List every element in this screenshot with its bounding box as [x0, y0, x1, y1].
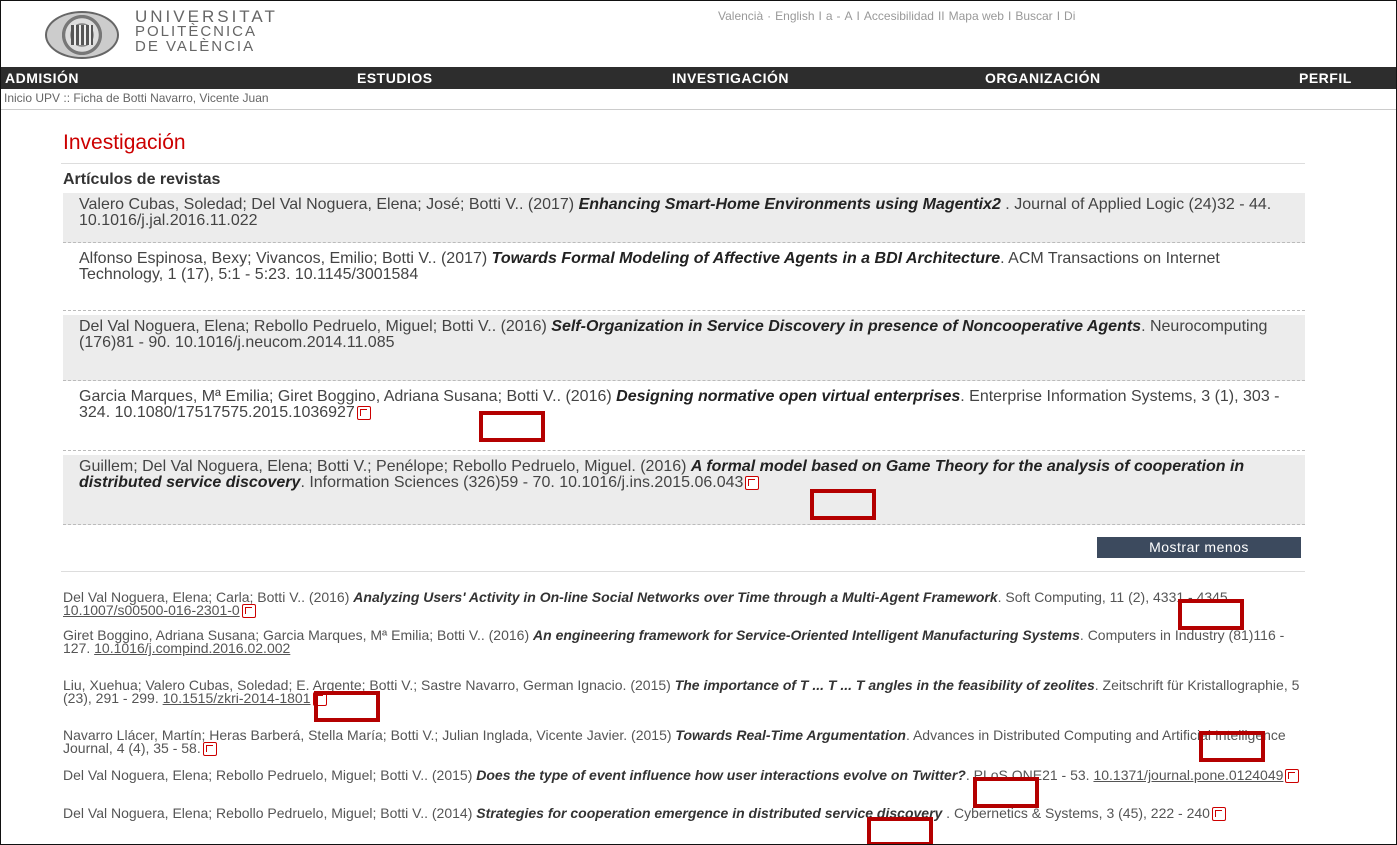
article-authors: Garcia Marques, Mª Emilia; Giret Boggino…	[79, 388, 617, 405]
subsection-title: Artículos de revistas	[63, 171, 221, 188]
pdf-icon[interactable]	[1211, 807, 1226, 822]
article-item: Guillem; Del Val Noguera, Elena; Botti V…	[63, 455, 1305, 525]
separator: I	[1007, 9, 1012, 23]
article-item: Del Val Noguera, Elena; Rebollo Pedruelo…	[63, 315, 1305, 381]
font-larger-link[interactable]: A	[845, 9, 853, 23]
breadcrumb[interactable]: Inicio UPV :: Ficha de Botti Navarro, Vi…	[4, 91, 269, 105]
list-item: Del Val Noguera, Elena; Rebollo Pedruelo…	[63, 805, 1305, 822]
pdf-icon[interactable]	[356, 405, 371, 420]
divider	[61, 163, 1305, 164]
search-link[interactable]: Buscar	[1015, 9, 1052, 23]
highlight-box	[867, 817, 933, 844]
university-seal-icon[interactable]	[45, 11, 119, 59]
article-item: Valero Cubas, Soledad; Del Val Noguera, …	[63, 193, 1305, 243]
list-item: Del Val Noguera, Elena; Rebollo Pedruelo…	[63, 767, 1305, 784]
highlight-box	[314, 691, 380, 722]
separator: I	[856, 9, 860, 23]
article-item: Garcia Marques, Mª Emilia; Giret Boggino…	[63, 385, 1305, 451]
highlight-box	[479, 411, 545, 442]
page-frame: UNIVERSITAT POLITÈCNICA DE VALÈNCIA Vale…	[0, 0, 1397, 845]
nav-item-investigacion[interactable]: INVESTIGACIÓN	[672, 67, 789, 89]
article-title[interactable]: Designing normative open virtual enterpr…	[616, 388, 960, 405]
show-less-button[interactable]: Mostrar menos	[1097, 537, 1301, 558]
pdf-icon[interactable]	[745, 475, 760, 490]
separator: II	[937, 9, 945, 23]
nav-item-organizacion[interactable]: ORGANIZACIÓN	[985, 67, 1101, 89]
main-nav: ADMISIÓN ESTUDIOS INVESTIGACIÓN ORGANIZA…	[1, 67, 1396, 89]
nav-item-perfil[interactable]: PERFIL	[1299, 67, 1352, 89]
entry-title[interactable]: An engineering framework for Service-Ori…	[533, 627, 1080, 643]
separator: ·	[767, 9, 772, 23]
logo-line: POLITÈCNICA	[135, 23, 258, 40]
pdf-icon[interactable]	[202, 742, 217, 757]
article-title[interactable]: Enhancing Smart-Home Environments using …	[579, 196, 1001, 213]
doi-link[interactable]: 10.1007/s00500-016-2301-0	[63, 602, 240, 618]
divider	[1, 109, 1396, 110]
header: UNIVERSITAT POLITÈCNICA DE VALÈNCIA Vale…	[1, 1, 1396, 67]
logo-line: DE VALÈNCIA	[135, 38, 256, 55]
article-authors: Del Val Noguera, Elena; Rebollo Pedruelo…	[79, 318, 552, 335]
entry-title[interactable]: The importance of T ... T ... T angles i…	[675, 677, 1095, 693]
entry-title[interactable]: Towards Real-Time Argumentation	[675, 727, 906, 743]
directory-link[interactable]: Di	[1064, 9, 1075, 23]
list-item: Liu, Xuehua; Valero Cubas, Soledad; E. A…	[63, 677, 1305, 707]
list-item: Del Val Noguera, Elena; Carla; Botti V..…	[63, 589, 1305, 619]
doi-link[interactable]: 10.1016/j.compind.2016.02.002	[94, 640, 290, 656]
entry-title[interactable]: Does the type of event influence how use…	[476, 767, 966, 783]
article-authors: Guillem; Del Val Noguera, Elena; Botti V…	[79, 458, 691, 475]
lang-valencia-link[interactable]: Valencià	[718, 9, 763, 23]
divider	[61, 571, 1305, 572]
highlight-box	[1199, 731, 1265, 762]
pdf-icon[interactable]	[1285, 769, 1300, 784]
logo-line: UNIVERSITAT	[135, 7, 278, 26]
article-title[interactable]: Self-Organization in Service Discovery i…	[551, 318, 1141, 335]
lang-english-link[interactable]: English	[775, 9, 814, 23]
article-authors: Valero Cubas, Soledad; Del Val Noguera, …	[79, 196, 579, 213]
highlight-box	[810, 489, 876, 520]
doi-link[interactable]: 10.1371/journal.pone.0124049	[1093, 767, 1283, 783]
sitemap-link[interactable]: Mapa web	[949, 9, 1004, 23]
highlight-box	[1178, 599, 1244, 630]
article-title[interactable]: Towards Formal Modeling of Affective Age…	[492, 250, 1001, 267]
article-item: Alfonso Espinosa, Bexy; Vivancos, Emilio…	[63, 247, 1305, 311]
nav-item-estudios[interactable]: ESTUDIOS	[357, 67, 433, 89]
article-source: . Information Sciences (326)59 - 70. 10.…	[300, 474, 744, 491]
pdf-icon[interactable]	[241, 604, 256, 619]
highlight-box	[973, 777, 1039, 808]
section-title: Investigación	[63, 131, 186, 154]
separator: I	[1056, 9, 1061, 23]
list-item: Navarro Llácer, Martín; Heras Barberá, S…	[63, 727, 1305, 757]
accessibility-link[interactable]: Accesibilidad	[864, 9, 934, 23]
doi-link[interactable]: 10.1515/zkri-2014-1801	[163, 690, 311, 706]
university-logo[interactable]: UNIVERSITAT POLITÈCNICA DE VALÈNCIA	[135, 7, 278, 55]
separator: I	[818, 9, 822, 23]
top-links: Valencià · English Ia - A I Accesibilidad II Mapa…	[718, 9, 1075, 23]
list-item: Giret Boggino, Adriana Susana; Garcia Ma…	[63, 627, 1305, 656]
article-authors: Alfonso Espinosa, Bexy; Vivancos, Emilio…	[79, 250, 492, 267]
separator: -	[836, 9, 841, 23]
entry-authors: Del Val Noguera, Elena; Rebollo Pedruelo…	[63, 767, 477, 783]
font-smaller-link[interactable]: a	[826, 9, 833, 23]
nav-item-admision[interactable]: ADMISIÓN	[5, 67, 79, 89]
entry-authors: Del Val Noguera, Elena; Rebollo Pedruelo…	[63, 805, 477, 821]
entry-title[interactable]: Analyzing Users' Activity in On-line Soc…	[353, 589, 997, 605]
